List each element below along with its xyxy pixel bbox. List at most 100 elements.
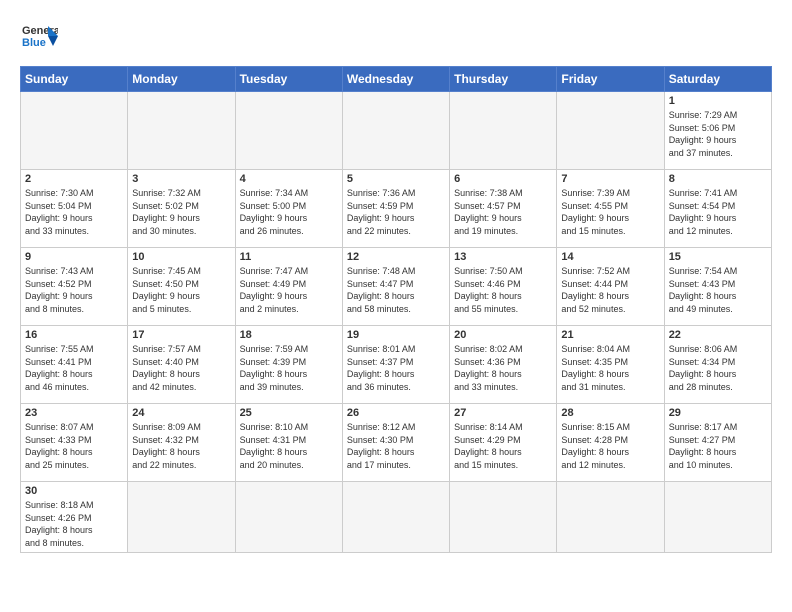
calendar-cell: 9Sunrise: 7:43 AM Sunset: 4:52 PM Daylig… [21, 248, 128, 326]
day-number: 29 [669, 407, 767, 419]
calendar-cell [128, 92, 235, 170]
day-header-tuesday: Tuesday [235, 67, 342, 92]
day-info: Sunrise: 8:04 AM Sunset: 4:35 PM Dayligh… [561, 343, 659, 393]
day-number: 24 [132, 407, 230, 419]
day-number: 16 [25, 329, 123, 341]
day-info: Sunrise: 8:15 AM Sunset: 4:28 PM Dayligh… [561, 421, 659, 471]
day-info: Sunrise: 7:55 AM Sunset: 4:41 PM Dayligh… [25, 343, 123, 393]
day-number: 13 [454, 251, 552, 263]
calendar-cell: 7Sunrise: 7:39 AM Sunset: 4:55 PM Daylig… [557, 170, 664, 248]
calendar-cell: 24 Sunrise: 8:09 AM Sunset: 4:32 PM Dayli… [128, 404, 235, 482]
calendar-cell: 20Sunrise: 8:02 AM Sunset: 4:36 PM Dayli… [450, 326, 557, 404]
day-info: Sunrise: 8:18 AM Sunset: 4:26 PM Dayligh… [25, 499, 123, 549]
calendar-header-row: SundayMondayTuesdayWednesdayThursdayFrid… [21, 67, 772, 92]
day-number: 21 [561, 329, 659, 341]
calendar-cell: 25 Sunrise: 8:10 AM Sunset: 4:31 PM Dayli… [235, 404, 342, 482]
calendar-cell: 28 Sunrise: 8:15 AM Sunset: 4:28 PM Dayli… [557, 404, 664, 482]
calendar-cell [21, 92, 128, 170]
day-info: Sunrise: 8:07 AM Sunset: 4:33 PM Dayligh… [25, 421, 123, 471]
calendar-cell [664, 482, 771, 553]
day-info: Sunrise: 7:50 AM Sunset: 4:46 PM Dayligh… [454, 265, 552, 315]
day-header-sunday: Sunday [21, 67, 128, 92]
day-number: 27 [454, 407, 552, 419]
day-header-wednesday: Wednesday [342, 67, 449, 92]
day-number: 10 [132, 251, 230, 263]
calendar-cell [557, 482, 664, 553]
day-number: 3 [132, 173, 230, 185]
calendar-table: SundayMondayTuesdayWednesdayThursdayFrid… [20, 66, 772, 553]
day-number: 28 [561, 407, 659, 419]
day-number: 25 [240, 407, 338, 419]
day-info: Sunrise: 8:09 AM Sunset: 4:32 PM Dayligh… [132, 421, 230, 471]
day-number: 15 [669, 251, 767, 263]
day-number: 19 [347, 329, 445, 341]
calendar-cell: 23Sunrise: 8:07 AM Sunset: 4:33 PM Dayli… [21, 404, 128, 482]
day-header-saturday: Saturday [664, 67, 771, 92]
calendar-cell: 14 Sunrise: 7:52 AM Sunset: 4:44 PM Dayli… [557, 248, 664, 326]
day-info: Sunrise: 8:06 AM Sunset: 4:34 PM Dayligh… [669, 343, 767, 393]
calendar-cell [342, 482, 449, 553]
day-info: Sunrise: 8:02 AM Sunset: 4:36 PM Dayligh… [454, 343, 552, 393]
day-info: Sunrise: 7:48 AM Sunset: 4:47 PM Dayligh… [347, 265, 445, 315]
day-header-friday: Friday [557, 67, 664, 92]
day-number: 6 [454, 173, 552, 185]
day-number: 17 [132, 329, 230, 341]
calendar-cell [128, 482, 235, 553]
calendar-cell: 21 Sunrise: 8:04 AM Sunset: 4:35 PM Dayli… [557, 326, 664, 404]
day-info: Sunrise: 8:01 AM Sunset: 4:37 PM Dayligh… [347, 343, 445, 393]
day-header-monday: Monday [128, 67, 235, 92]
calendar-cell: 8 Sunrise: 7:41 AM Sunset: 4:54 PM Daylig… [664, 170, 771, 248]
day-info: Sunrise: 7:54 AM Sunset: 4:43 PM Dayligh… [669, 265, 767, 315]
day-number: 14 [561, 251, 659, 263]
day-info: Sunrise: 7:29 AM Sunset: 5:06 PM Dayligh… [669, 109, 767, 159]
calendar-cell: 2 Sunrise: 7:30 AM Sunset: 5:04 PM Daylig… [21, 170, 128, 248]
day-info: Sunrise: 8:12 AM Sunset: 4:30 PM Dayligh… [347, 421, 445, 471]
day-info: Sunrise: 7:38 AM Sunset: 4:57 PM Dayligh… [454, 187, 552, 237]
calendar-week-1: 2 Sunrise: 7:30 AM Sunset: 5:04 PM Daylig… [21, 170, 772, 248]
calendar-cell: 5 Sunrise: 7:36 AM Sunset: 4:59 PM Daylig… [342, 170, 449, 248]
calendar-cell: 26 Sunrise: 8:12 AM Sunset: 4:30 PM Dayli… [342, 404, 449, 482]
calendar-cell [235, 482, 342, 553]
calendar-cell [557, 92, 664, 170]
day-number: 2 [25, 173, 123, 185]
header: General Blue [20, 18, 772, 56]
day-number: 7 [561, 173, 659, 185]
calendar-cell: 10Sunrise: 7:45 AM Sunset: 4:50 PM Dayli… [128, 248, 235, 326]
day-number: 9 [25, 251, 123, 263]
calendar-cell: 30 Sunrise: 8:18 AM Sunset: 4:26 PM Dayli… [21, 482, 128, 553]
calendar-week-5: 30 Sunrise: 8:18 AM Sunset: 4:26 PM Dayli… [21, 482, 772, 553]
day-info: Sunrise: 8:10 AM Sunset: 4:31 PM Dayligh… [240, 421, 338, 471]
day-info: Sunrise: 7:36 AM Sunset: 4:59 PM Dayligh… [347, 187, 445, 237]
calendar-cell: 12 Sunrise: 7:48 AM Sunset: 4:47 PM Dayli… [342, 248, 449, 326]
calendar-week-4: 23Sunrise: 8:07 AM Sunset: 4:33 PM Dayli… [21, 404, 772, 482]
logo-icon: General Blue [20, 18, 58, 56]
day-info: Sunrise: 7:41 AM Sunset: 4:54 PM Dayligh… [669, 187, 767, 237]
calendar-cell [235, 92, 342, 170]
day-number: 8 [669, 173, 767, 185]
calendar-cell: 17 Sunrise: 7:57 AM Sunset: 4:40 PM Dayli… [128, 326, 235, 404]
calendar-week-3: 16 Sunrise: 7:55 AM Sunset: 4:41 PM Dayli… [21, 326, 772, 404]
page: General Blue SundayMondayTuesdayWednesda… [0, 0, 792, 563]
day-info: Sunrise: 7:59 AM Sunset: 4:39 PM Dayligh… [240, 343, 338, 393]
day-number: 30 [25, 485, 123, 497]
calendar-cell: 15 Sunrise: 7:54 AM Sunset: 4:43 PM Dayli… [664, 248, 771, 326]
day-info: Sunrise: 7:32 AM Sunset: 5:02 PM Dayligh… [132, 187, 230, 237]
day-number: 5 [347, 173, 445, 185]
calendar-cell [450, 482, 557, 553]
calendar-week-2: 9Sunrise: 7:43 AM Sunset: 4:52 PM Daylig… [21, 248, 772, 326]
day-number: 4 [240, 173, 338, 185]
day-number: 12 [347, 251, 445, 263]
day-number: 22 [669, 329, 767, 341]
day-info: Sunrise: 7:57 AM Sunset: 4:40 PM Dayligh… [132, 343, 230, 393]
day-info: Sunrise: 7:34 AM Sunset: 5:00 PM Dayligh… [240, 187, 338, 237]
day-info: Sunrise: 8:17 AM Sunset: 4:27 PM Dayligh… [669, 421, 767, 471]
calendar-cell: 4 Sunrise: 7:34 AM Sunset: 5:00 PM Daylig… [235, 170, 342, 248]
calendar-cell: 22 Sunrise: 8:06 AM Sunset: 4:34 PM Dayli… [664, 326, 771, 404]
calendar-cell: 18Sunrise: 7:59 AM Sunset: 4:39 PM Dayli… [235, 326, 342, 404]
calendar-week-0: 1Sunrise: 7:29 AM Sunset: 5:06 PM Daylig… [21, 92, 772, 170]
day-info: Sunrise: 7:30 AM Sunset: 5:04 PM Dayligh… [25, 187, 123, 237]
day-number: 26 [347, 407, 445, 419]
calendar-cell: 16 Sunrise: 7:55 AM Sunset: 4:41 PM Dayli… [21, 326, 128, 404]
calendar-cell: 29 Sunrise: 8:17 AM Sunset: 4:27 PM Dayli… [664, 404, 771, 482]
day-info: Sunrise: 7:52 AM Sunset: 4:44 PM Dayligh… [561, 265, 659, 315]
